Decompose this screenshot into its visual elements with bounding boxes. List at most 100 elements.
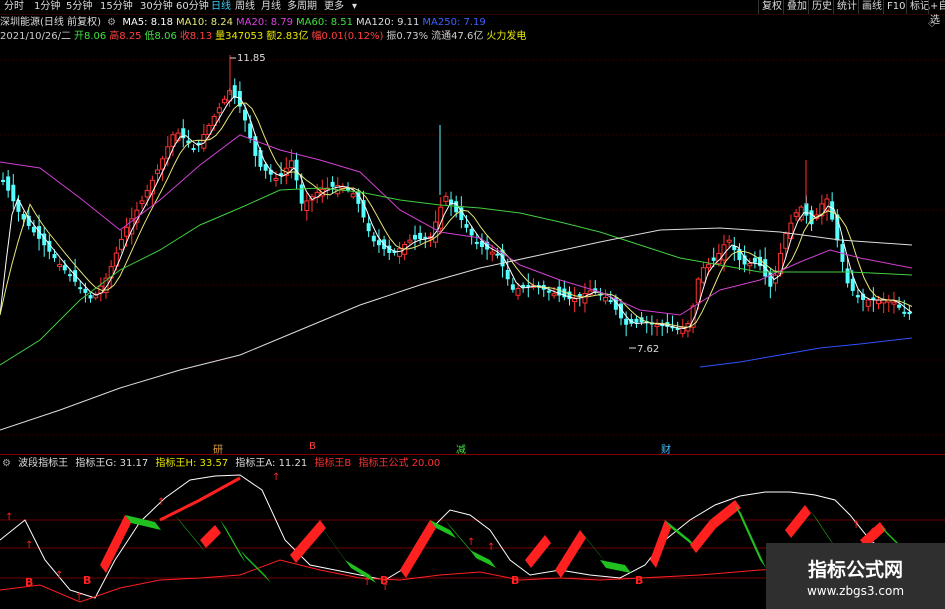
indicator-formula: 指标王公式 20.00 [358, 458, 441, 469]
candle-body [654, 324, 660, 328]
buy-signal-label: B [380, 574, 388, 587]
candle-body [582, 293, 588, 304]
indicator-a: 指标王A: 11.21 [235, 458, 308, 469]
candle-body [855, 295, 860, 298]
candle-body [67, 274, 72, 277]
candle-body [397, 248, 403, 257]
buy-signal-label: B [511, 574, 519, 587]
candle-body [31, 226, 36, 233]
candle-body [737, 248, 742, 261]
candle-body [907, 311, 912, 315]
indicator-ribbon [290, 520, 326, 563]
candle-body [78, 287, 83, 290]
candle-body [624, 318, 629, 325]
candle-body [258, 150, 263, 167]
candle-body [608, 300, 613, 303]
candle-body [330, 181, 335, 187]
candle-body [350, 193, 356, 198]
event-marker-b[interactable]: B [309, 441, 316, 452]
signal-arrow-icon: ↑ [209, 532, 217, 543]
signal-arrow-icon: ↑ [25, 540, 33, 551]
candle-body [361, 200, 366, 218]
indicator-ribbon [710, 500, 741, 528]
candle-body [850, 278, 855, 291]
candle-body [700, 267, 706, 283]
watermark-title: 指标公式网 [807, 559, 903, 581]
indicator-ribbon [600, 560, 631, 573]
candle-body [418, 232, 423, 239]
candle-body [567, 291, 572, 300]
candle-body [83, 288, 88, 293]
candle-body [902, 311, 907, 314]
low-price-label: 7.62 [637, 344, 659, 355]
indicator-ribbon [650, 520, 671, 568]
candle-body [469, 228, 474, 236]
signal-arrow-icon: ↑ [272, 472, 280, 483]
pane-divider[interactable] [0, 454, 945, 455]
candle-body [804, 203, 809, 216]
candle-body [505, 269, 510, 280]
candle-body [603, 297, 609, 302]
candle-body [747, 263, 753, 267]
candle-body [474, 241, 479, 244]
buy-signal-label: B [635, 574, 643, 587]
indicator-b: 指标王B [314, 458, 352, 469]
candle-body [155, 169, 160, 174]
candle-body [139, 200, 145, 205]
candle-body [752, 257, 757, 263]
candle-body [243, 109, 248, 121]
indicator-ribbon [785, 505, 811, 538]
candle-body [443, 195, 449, 202]
candle-body [191, 148, 196, 151]
candle-body [413, 234, 417, 240]
indicator-ribbon [555, 530, 586, 578]
candle-body [1, 179, 5, 182]
indicator-ribbon [400, 520, 436, 578]
candle-body [634, 318, 639, 323]
signal-arrow-icon: ↑ [852, 520, 860, 531]
ma250-line [699, 337, 913, 368]
indicator-h: 指标王H: 33.57 [155, 458, 229, 469]
signal-arrow-icon: ↑ [363, 577, 371, 588]
candle-body [88, 295, 93, 299]
candle-body [299, 184, 304, 204]
candle-body [830, 201, 835, 220]
indicator-ribbon [525, 535, 551, 568]
watermark: 指标公式网 www.zbgs3.com [766, 543, 945, 609]
candle-body [11, 184, 16, 202]
candle-body [6, 176, 11, 191]
candle-body [824, 198, 830, 211]
high-price-label: 11.85 [237, 53, 266, 64]
candle-body [489, 251, 495, 255]
signal-arrow-icon: ↑ [75, 592, 83, 603]
ma120-line [0, 227, 913, 431]
candle-body [515, 288, 521, 296]
indicator-legend: ⚙ 波段指标王 指标王G: 31.17 指标王H: 33.57 指标王A: 11… [2, 457, 444, 470]
candle-body [897, 304, 902, 308]
candlestick-chart[interactable]: 11.857.62↑↑↑↑↑↑↑↑ ↑↑ ↑↑↑B B B B B [0, 0, 945, 609]
candle-body [876, 299, 881, 305]
signal-arrow-icon: ↑ [467, 537, 475, 548]
indicator-ribbon [580, 530, 606, 563]
candle-body [170, 134, 176, 147]
signal-arrow-icon: ↑ [157, 497, 165, 508]
candle-body [521, 284, 526, 288]
candle-body [221, 98, 227, 104]
candle-body [464, 224, 469, 228]
candle-body [144, 190, 150, 198]
candle-body [706, 263, 712, 269]
candle-body [371, 235, 376, 242]
candle-body [783, 232, 789, 249]
candle-body [118, 238, 124, 250]
candle-body [248, 123, 253, 139]
settings-icon[interactable]: ⚙ [2, 458, 11, 469]
candle-body [57, 264, 63, 268]
indicator-name: 波段指标王 [18, 458, 69, 469]
candle-body [407, 239, 413, 243]
buy-signal-label: B [25, 576, 33, 589]
candle-body [288, 160, 294, 169]
signal-arrow-icon: ↑ [869, 527, 877, 538]
buy-signal-label: B [83, 574, 91, 587]
candle-body [809, 210, 814, 225]
indicator-ribbon [735, 505, 766, 568]
